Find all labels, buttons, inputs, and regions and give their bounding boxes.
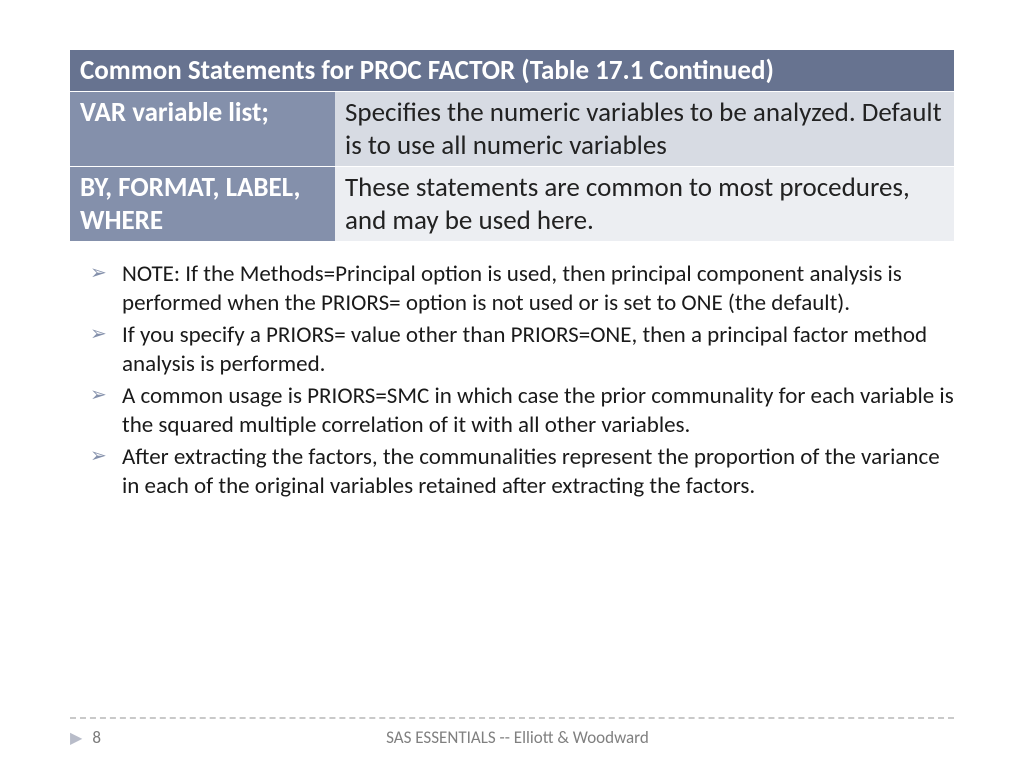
statements-table: Common Statements for PROC FACTOR (Table… [70,50,954,242]
list-item: ➢ After extracting the factors, the comm… [80,443,954,502]
table-row: BY, FORMAT, LABEL, WHERE These statement… [70,167,954,242]
statement-name: VAR variable list; [70,92,335,167]
statement-name: BY, FORMAT, LABEL, WHERE [70,167,335,242]
list-item: ➢ If you specify a PRIORS= value other t… [80,321,954,380]
chevron-right-icon: ➢ [90,321,110,380]
table-row: VAR variable list; Specifies the numeric… [70,92,954,167]
footer-title: SAS ESSENTIALS -- Elliott & Woodward [141,727,894,748]
notes-list: ➢ NOTE: If the Methods=Principal option … [70,260,954,502]
statement-desc: These statements are common to most proc… [335,167,954,242]
chevron-right-icon: ➢ [90,260,110,319]
page-number: 8 [92,727,101,748]
play-icon: ▶ [70,728,82,748]
table-header-row: Common Statements for PROC FACTOR (Table… [70,50,954,92]
note-text: A common usage is PRIORS=SMC in which ca… [122,382,954,441]
note-text: NOTE: If the Methods=Principal option is… [122,260,954,319]
note-text: If you specify a PRIORS= value other tha… [122,321,954,380]
divider [70,717,954,719]
list-item: ➢ A common usage is PRIORS=SMC in which … [80,382,954,441]
chevron-right-icon: ➢ [90,382,110,441]
chevron-right-icon: ➢ [90,443,110,502]
slide-footer: ▶ 8 SAS ESSENTIALS -- Elliott & Woodward [0,717,1024,748]
slide: Common Statements for PROC FACTOR (Table… [0,0,1024,768]
footer-row: ▶ 8 SAS ESSENTIALS -- Elliott & Woodward [70,727,954,748]
table-header-cell: Common Statements for PROC FACTOR (Table… [70,50,954,92]
list-item: ➢ NOTE: If the Methods=Principal option … [80,260,954,319]
statement-desc: Specifies the numeric variables to be an… [335,92,954,167]
note-text: After extracting the factors, the commun… [122,443,954,502]
